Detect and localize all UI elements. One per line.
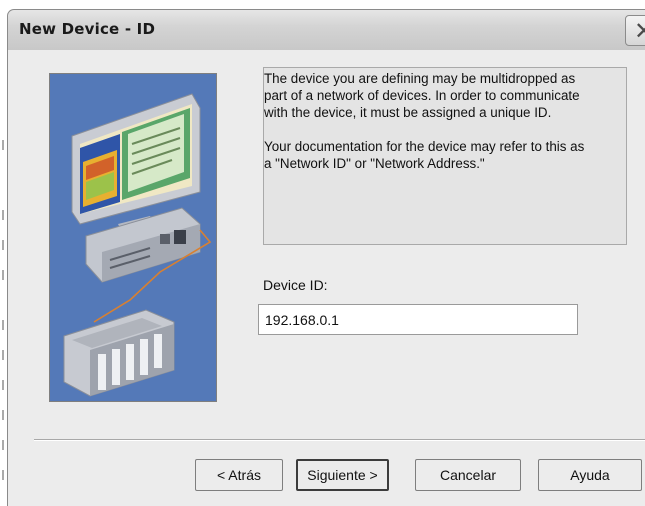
device-id-input[interactable]: 192.168.0.1: [258, 304, 578, 335]
help-button[interactable]: Ayuda: [538, 459, 642, 491]
device-network-illustration: [49, 73, 217, 402]
device-id-label: Device ID:: [263, 277, 328, 293]
close-button[interactable]: ✕: [625, 15, 645, 46]
close-icon: ✕: [634, 17, 645, 45]
dialog-window: New Device - ID ✕ The device you are def…: [0, 0, 645, 506]
cancel-button[interactable]: Cancelar: [415, 459, 521, 491]
description-line: The device you are defining may be multi…: [264, 71, 576, 86]
description-box: The device you are defining may be multi…: [263, 67, 627, 245]
description-line: Your documentation for the device may re…: [264, 139, 585, 154]
button-separator: [34, 439, 645, 441]
description-line: part of a network of devices. In order t…: [264, 88, 580, 103]
description-line: a "Network ID" or "Network Address.": [264, 156, 485, 171]
computer-plc-icon: [50, 74, 216, 401]
window-edge-marks: [2, 140, 4, 480]
description-line: with the device, it must be assigned a u…: [264, 105, 552, 120]
title-bar[interactable]: New Device - ID ✕: [7, 9, 645, 50]
next-button[interactable]: Siguiente >: [296, 459, 389, 491]
window-title: New Device - ID: [19, 20, 156, 38]
back-button[interactable]: < Atrás: [195, 459, 283, 491]
